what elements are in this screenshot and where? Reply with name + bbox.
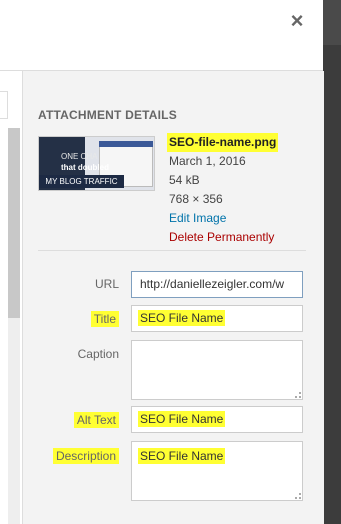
description-field[interactable]: SEO File Name	[131, 441, 303, 501]
close-icon[interactable]: ×	[284, 8, 310, 34]
description-label: Description	[33, 448, 119, 464]
thumbnail-text-line: that doubled	[61, 163, 109, 172]
caption-label: Caption	[77, 347, 119, 361]
url-label: URL	[94, 277, 119, 291]
alt-text-value: SEO File Name	[138, 411, 226, 427]
description-label-text: Description	[52, 448, 119, 464]
modal-header	[0, 0, 323, 71]
attachment-details-heading: ATTACHMENT DETAILS	[38, 108, 177, 122]
media-search-field[interactable]	[0, 91, 8, 119]
thumbnail-screenshot-bar	[99, 141, 153, 147]
url-field[interactable]: http://daniellezeigler.com/w	[131, 271, 303, 298]
title-label: Title	[33, 311, 119, 327]
attachment-info: SEO-file-name.png March 1, 2016 54 kB 76…	[167, 133, 279, 247]
alt-text-label-text: Alt Text	[73, 412, 119, 428]
scrollbar-thumb[interactable]	[8, 128, 20, 318]
caption-resize-handle[interactable]	[295, 392, 301, 398]
description-resize-handle[interactable]	[295, 493, 301, 499]
description-value: SEO File Name	[138, 448, 226, 464]
modal-backdrop-top	[323, 0, 341, 45]
image-dimensions: 768 × 356	[169, 192, 223, 206]
alt-text-label: Alt Text	[33, 412, 119, 428]
thumbnail-text-line: ONE CHA	[61, 152, 98, 161]
title-field[interactable]: SEO File Name	[131, 305, 303, 332]
modal-backdrop	[323, 0, 341, 524]
divider	[38, 250, 306, 251]
upload-date: March 1, 2016	[169, 154, 246, 168]
title-label-text: Title	[90, 311, 119, 327]
thumbnail-text-line: MY BLOG TRAFFIC	[39, 175, 124, 188]
alt-text-field[interactable]: SEO File Name	[131, 406, 303, 433]
file-size: 54 kB	[169, 173, 200, 187]
title-value: SEO File Name	[138, 310, 226, 326]
file-name: SEO-file-name.png	[167, 133, 279, 152]
caption-field[interactable]	[131, 340, 303, 400]
edit-image-link[interactable]: Edit Image	[169, 211, 226, 225]
image-thumbnail: ONE CHA that doubled MY BLOG TRAFFIC	[38, 136, 155, 191]
delete-permanently-link[interactable]: Delete Permanently	[169, 230, 274, 244]
